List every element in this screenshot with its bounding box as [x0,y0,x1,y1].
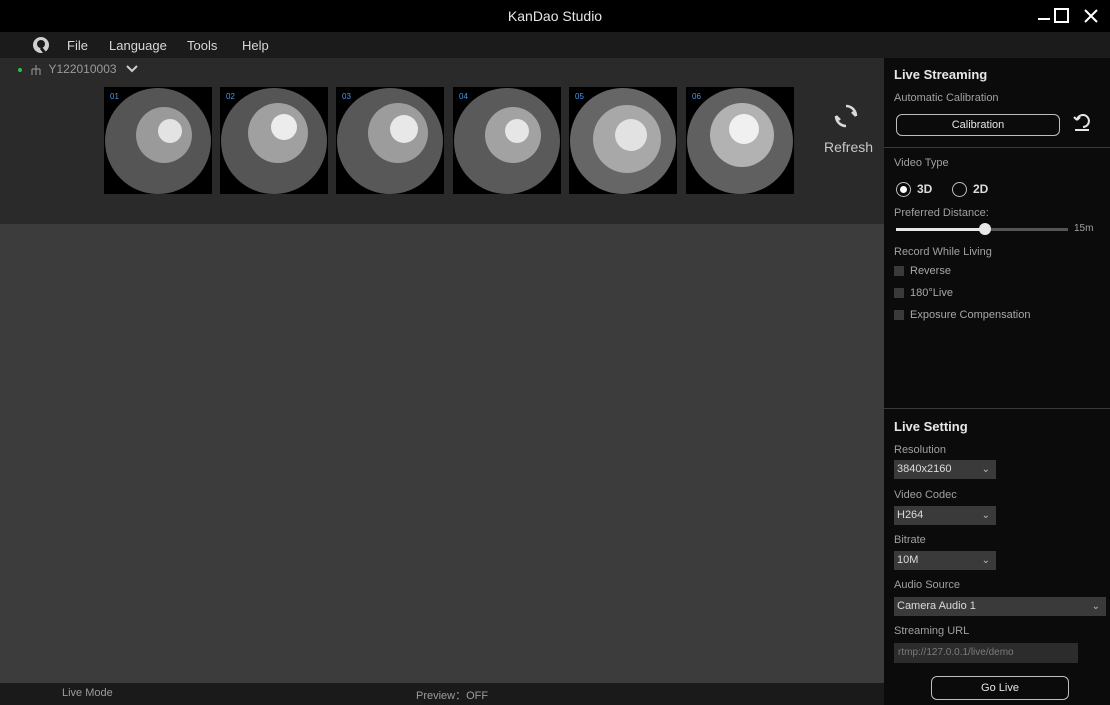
codec-value: H264 [897,509,924,521]
online-indicator [18,67,22,72]
video-codec-label: Video Codec [894,489,957,501]
camera-strip: Y122010003 01 02 03 04 05 06 Refresh [0,58,884,224]
distance-slider-handle[interactable] [979,223,992,235]
camera-number: 03 [342,92,351,101]
radio-3d[interactable]: 3D [896,182,933,198]
kandao-logo-icon [32,36,50,59]
audio-source-value: Camera Audio 1 [897,600,976,612]
video-codec-select[interactable]: H264 ⌄ [894,506,996,525]
streaming-url-label: Streaming URL [894,625,970,637]
streaming-url-input[interactable]: rtmp://127.0.0.1/live/demo [894,643,1078,663]
checkbox-exposure-compensation[interactable]: Exposure Compensation [894,309,1030,321]
camera-thumbnail[interactable]: 06 [686,87,794,194]
chevron-down-icon: ⌄ [981,510,990,521]
distance-slider-track[interactable] [896,223,1068,235]
bitrate-select[interactable]: 10M ⌄ [894,551,996,570]
divider [884,408,1110,409]
menu-file[interactable]: File [67,38,88,53]
camera-number: 01 [110,92,119,101]
close-button[interactable] [1078,4,1104,28]
refresh-icon [834,104,858,128]
undo-icon [1073,114,1090,131]
camera-thumbnail[interactable]: 05 [569,87,677,194]
hierarchy-icon [31,64,41,75]
live-streaming-title: Live Streaming [894,67,988,82]
live-setting-title: Live Setting [894,419,968,434]
chevron-down-icon: ⌄ [981,555,990,566]
status-bar: Live Mode Preview：OFF [0,683,884,705]
resolution-select[interactable]: 3840x2160 ⌄ [894,460,996,479]
menu-help[interactable]: Help [242,38,269,53]
mode-text: Live Mode [62,687,113,699]
camera-thumbnail[interactable]: 02 [220,87,328,194]
checkbox-180-live[interactable]: 180°Live [894,287,953,299]
device-selector[interactable]: Y122010003 [18,62,138,76]
radio-3d-label: 3D [917,182,933,196]
bitrate-value: 10M [897,554,919,566]
camera-number: 06 [692,92,701,101]
refresh-label: Refresh [824,139,874,155]
audio-source-label: Audio Source [894,579,961,591]
title-bar: KanDao Studio [0,0,1110,32]
checkbox-icon [894,288,904,299]
radio-selected-icon [896,182,911,198]
camera-number: 02 [226,92,235,101]
preview-area: Y122010003 01 02 03 04 05 06 Refresh [0,58,884,705]
reset-calibration-button[interactable] [1072,114,1092,137]
camera-thumbnail[interactable]: 04 [453,87,561,194]
auto-calibration-label: Automatic Calibration [894,92,999,104]
maximize-button[interactable] [1049,4,1075,28]
camera-number: 04 [459,92,468,101]
checkbox-reverse-label: Reverse [910,265,951,277]
audio-source-select[interactable]: Camera Audio 1 ⌄ [894,597,1106,616]
checkbox-exposure-label: Exposure Compensation [910,309,1031,321]
radio-2d[interactable]: 2D [952,182,989,198]
calibration-button[interactable]: Calibration [896,114,1060,136]
resolution-value: 3840x2160 [897,463,952,475]
video-type-label: Video Type [894,157,949,169]
divider [884,147,1110,148]
go-live-button[interactable]: Go Live [931,676,1069,700]
resolution-label: Resolution [894,444,946,456]
checkbox-icon [894,310,904,321]
distance-slider-fill [896,228,986,231]
checkbox-180-live-label: 180°Live [910,287,953,299]
preview-status: Preview：OFF [416,690,489,702]
maximize-icon [1054,8,1069,23]
radio-2d-label: 2D [973,182,989,196]
window-title: KanDao Studio [507,8,603,24]
camera-thumbnail[interactable]: 03 [336,87,444,194]
preferred-distance-label: Preferred Distance: [894,207,989,219]
refresh-button[interactable]: Refresh [814,102,878,155]
distance-value: 15m [1074,223,1094,234]
bitrate-label: Bitrate [894,534,926,546]
menu-language[interactable]: Language [109,38,167,53]
checkbox-icon [894,266,904,277]
record-while-living-label: Record While Living [894,246,992,258]
chevron-down-icon: ⌄ [1091,601,1100,612]
settings-panel: Live Streaming Automatic Calibration Cal… [884,58,1110,705]
camera-number: 05 [575,92,584,101]
close-icon [1084,9,1098,23]
menu-bar: File Language Tools Help [0,32,1110,58]
menu-tools[interactable]: Tools [187,38,217,53]
camera-thumbnail[interactable]: 01 [104,87,212,194]
radio-unselected-icon [952,182,967,198]
chevron-down-icon: ⌄ [981,464,990,475]
checkbox-reverse[interactable]: Reverse [894,265,951,277]
chevron-down-icon [126,65,138,73]
device-id: Y122010003 [48,62,117,76]
